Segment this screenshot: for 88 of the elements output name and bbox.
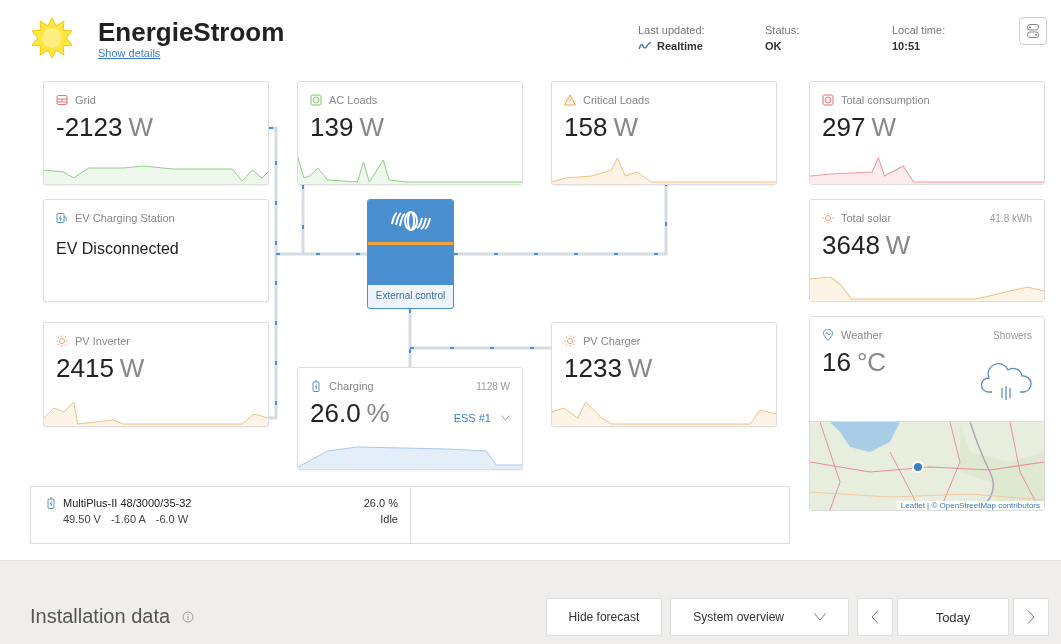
map-attribution: Leaflet | © OpenStreetMap contributors xyxy=(896,501,1044,510)
power-value: -2123 xyxy=(56,112,123,143)
unit-label: W xyxy=(871,112,896,143)
summary-card[interactable]: Total solar 41.8 kWh 3648 W xyxy=(809,199,1045,302)
weather-card[interactable]: Weather Showers 16 °C Leaflet | © OpenStreetMap contributors xyxy=(809,316,1045,511)
card-title: PV Inverter xyxy=(75,335,131,347)
device-card[interactable]: Critical Loads 158 W xyxy=(551,81,777,185)
status-value: Realtime xyxy=(657,39,703,52)
device-card[interactable]: PV Charger 1233 W xyxy=(551,322,777,427)
status-value: 10:51 xyxy=(892,39,921,52)
unit-label: W xyxy=(128,112,154,143)
device-card[interactable]: EV Charging Station EV Disconnected xyxy=(43,199,269,302)
toggle-button[interactable] xyxy=(1019,16,1047,45)
grid-icon xyxy=(56,94,68,106)
card-title: Total consumption xyxy=(841,94,930,106)
power-value: 3648 xyxy=(822,230,880,261)
card-title: PV Charger xyxy=(583,335,641,347)
chevron-left-icon xyxy=(871,610,879,624)
sun-icon xyxy=(564,335,576,347)
sun-logo-icon xyxy=(30,15,74,60)
unit-label: % xyxy=(366,398,390,429)
card-title: Weather xyxy=(841,329,883,341)
charging-station-icon xyxy=(56,212,68,224)
device-name: MultiPlus-II 48/3000/35-32 xyxy=(63,497,193,509)
show-details-link[interactable]: Show details xyxy=(98,46,285,59)
state-of-charge: 26.0 % xyxy=(363,497,398,509)
unit-label: W xyxy=(359,112,384,143)
battery-selector[interactable]: ESS #1 xyxy=(453,412,510,424)
card-title: EV Charging Station xyxy=(75,212,175,224)
location-pin-icon xyxy=(822,329,834,341)
previous-button[interactable] xyxy=(857,598,893,636)
battery-icon xyxy=(310,380,322,392)
sun-icon xyxy=(56,335,68,347)
inverter-mode: External control xyxy=(374,289,447,301)
summary-card[interactable]: Total consumption 297 W xyxy=(809,81,1045,185)
socket-icon xyxy=(822,94,834,106)
card-title: Charging xyxy=(329,380,374,392)
toggle-icon xyxy=(1027,23,1039,38)
card-title: Total solar xyxy=(841,212,892,224)
date-button[interactable]: Today xyxy=(897,598,1009,636)
device-reading: -1.60 A xyxy=(110,513,146,525)
unit-label: °C xyxy=(856,347,887,378)
device-card[interactable]: AC Loads 139 W xyxy=(297,81,523,185)
charger-status: EV Disconnected xyxy=(55,239,180,258)
device-reading: 49.50 V xyxy=(63,513,101,525)
forecast-button[interactable]: Hide forecast xyxy=(545,598,663,636)
site-title: EnergieStroom xyxy=(98,16,285,47)
power-value: 297 xyxy=(822,112,866,143)
card-title: Critical Loads xyxy=(583,94,650,106)
battery-icon xyxy=(45,497,57,509)
temperature-value: 16 xyxy=(822,347,851,378)
next-button[interactable] xyxy=(1013,598,1049,636)
device-reading: -6.0 W xyxy=(155,513,189,525)
unit-label: W xyxy=(119,353,145,384)
power-value: 158 xyxy=(564,112,608,143)
unit-label: W xyxy=(885,230,911,261)
power-value: 1233 xyxy=(564,353,622,384)
view-dropdown[interactable]: System overview xyxy=(670,598,849,636)
inverter-node[interactable]: External control xyxy=(367,199,454,309)
chevron-down-icon xyxy=(501,415,510,421)
chevron-right-icon xyxy=(1027,610,1035,624)
warning-icon xyxy=(564,94,576,106)
device-state: Idle xyxy=(380,513,398,525)
info-icon[interactable] xyxy=(182,611,195,623)
power-value: 2415 xyxy=(56,353,114,384)
power-reading: 1128 W xyxy=(476,380,510,392)
status-label: Status: xyxy=(765,23,801,36)
socket-icon xyxy=(310,94,322,106)
power-value: 26.0 xyxy=(310,398,361,429)
rain-cloud-icon xyxy=(980,362,1032,402)
unit-label: W xyxy=(613,112,638,143)
device-card[interactable]: Grid -2123 W xyxy=(43,81,269,185)
wave-icon xyxy=(638,41,652,50)
power-value: 139 xyxy=(310,112,354,143)
card-title: AC Loads xyxy=(329,94,378,106)
battery-card[interactable]: Charging 1128 W 26.0 % ESS #1 xyxy=(297,367,523,470)
status-value: OK xyxy=(765,39,782,52)
status-label: Last updated: xyxy=(638,23,706,36)
unit-label: W xyxy=(627,353,653,384)
section-title: Installation data xyxy=(30,605,171,628)
device-card[interactable]: PV Inverter 2415 W xyxy=(43,322,269,427)
energy-total: 41.8 kWh xyxy=(989,212,1032,224)
sun-icon xyxy=(822,212,834,224)
chevron-down-icon xyxy=(814,613,826,621)
status-label: Local time: xyxy=(892,23,947,36)
device-row[interactable]: MultiPlus-II 48/3000/35-32 49.50 V -1.60 A -6.0 W 26.0 % Idle xyxy=(30,486,790,544)
card-title: Grid xyxy=(75,94,96,106)
weather-condition: Showers xyxy=(993,329,1032,341)
